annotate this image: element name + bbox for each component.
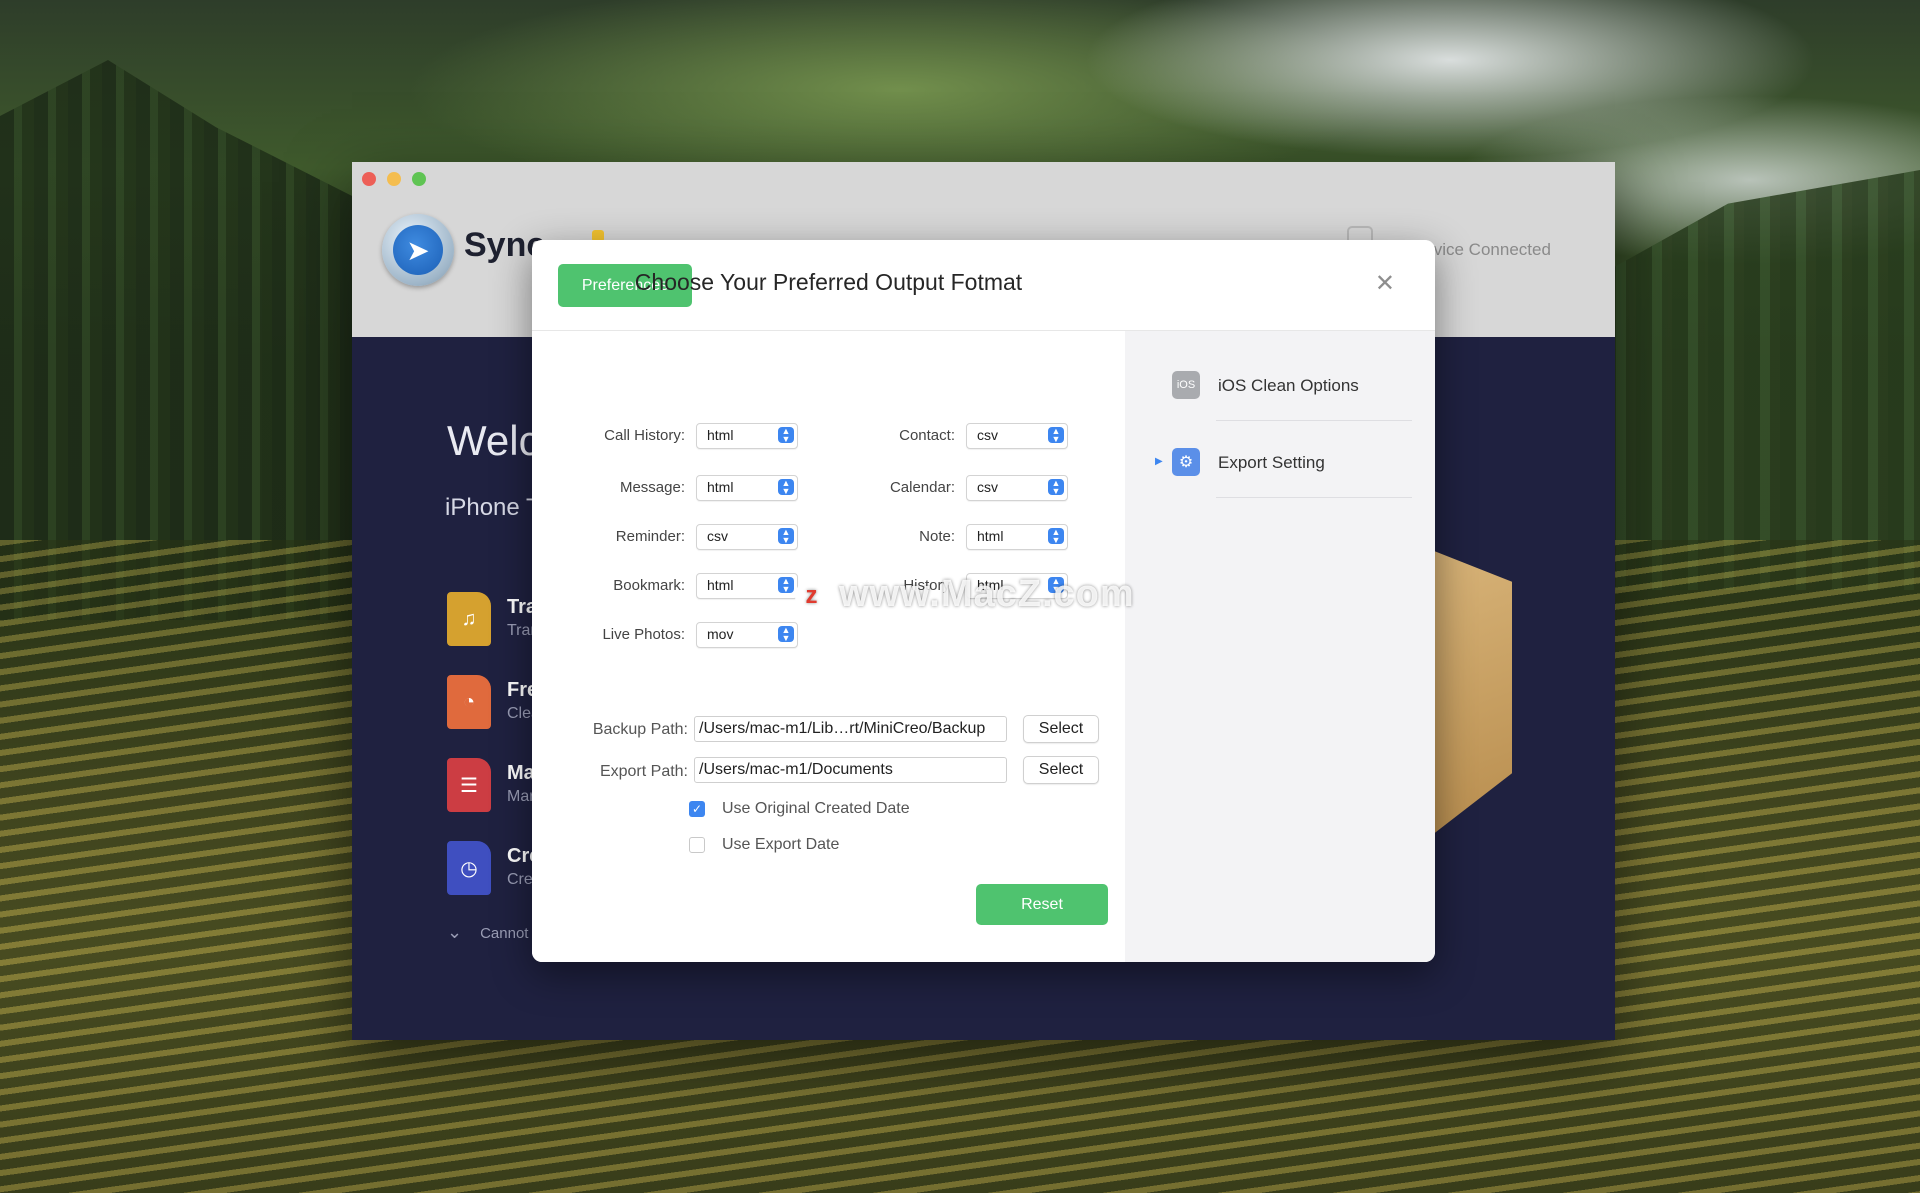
stepper-arrows-icon: ▲ ▼	[1048, 479, 1064, 496]
select-value: html	[707, 427, 734, 443]
reminder-select[interactable]: csv ▲ ▼	[696, 524, 798, 550]
zoom-window-button[interactable]	[412, 172, 426, 186]
stepper-arrows-icon: ▲ ▼	[778, 528, 794, 545]
stepper-arrows-icon: ▲ ▼	[778, 626, 794, 643]
note-label: Note:	[919, 528, 955, 545]
music-note-icon: ♫	[447, 592, 491, 646]
call-history-select[interactable]: html ▲ ▼	[696, 423, 798, 449]
reminder-label: Reminder:	[615, 528, 685, 545]
close-window-button[interactable]	[362, 172, 376, 186]
bookmark-select[interactable]: html ▲ ▼	[696, 573, 798, 599]
welcome-title: Welc	[447, 417, 540, 464]
live-photos-label: Live Photos:	[602, 626, 685, 643]
use-original-date-label: Use Original Created Date	[722, 800, 910, 817]
select-value: csv	[977, 479, 998, 495]
app-logo-icon: ➤	[382, 214, 454, 286]
stepper-arrows-icon: ▲ ▼	[778, 427, 794, 444]
select-value: mov	[707, 626, 734, 642]
sidebar-divider	[1216, 497, 1412, 498]
ios-icon: iOS	[1172, 371, 1200, 399]
ios-icon-text: iOS	[1176, 379, 1196, 391]
export-select-button[interactable]: Select	[1023, 756, 1099, 784]
watermark: z www.MacZ.com	[795, 573, 1135, 616]
sidebar-item-label: iOS Clean Options	[1218, 376, 1359, 395]
feature-subtitle: Mar	[507, 788, 535, 805]
welcome-subtitle: iPhone T	[445, 494, 541, 521]
use-export-date-checkbox[interactable]	[689, 837, 705, 853]
cannot-link[interactable]: ⌄ Cannot	[447, 922, 528, 943]
watermark-text: www.MacZ.com	[839, 573, 1135, 615]
message-select[interactable]: html ▲ ▼	[696, 475, 798, 501]
backup-path-field[interactable]	[694, 716, 1007, 742]
call-history-label: Call History:	[604, 427, 685, 444]
wallpaper-forest-right	[1600, 170, 1920, 590]
select-value: csv	[707, 528, 728, 544]
list-icon: ☰	[447, 758, 491, 812]
note-select[interactable]: html ▲ ▼	[966, 524, 1068, 550]
select-value: html	[707, 479, 734, 495]
use-original-date-checkbox[interactable]: ✓	[689, 801, 705, 817]
minimize-window-button[interactable]	[387, 172, 401, 186]
pane-title: Choose Your Preferred Output Fotmat	[634, 269, 1023, 295]
export-path-label: Export Path:	[599, 763, 688, 780]
select-value: html	[707, 577, 734, 593]
cannot-text: Cannot	[480, 925, 529, 942]
pie-chart-icon: ◔	[447, 675, 491, 729]
export-path-field[interactable]	[694, 757, 1007, 783]
live-photos-select[interactable]: mov ▲ ▼	[696, 622, 798, 648]
sidebar-item-label: Export Setting	[1218, 453, 1325, 472]
wallpaper-forest-left	[0, 60, 360, 620]
stepper-arrows-icon: ▲ ▼	[778, 577, 794, 594]
bookmark-label: Bookmark:	[613, 577, 685, 594]
z-logo-icon: z	[795, 578, 829, 613]
calendar-select[interactable]: csv ▲ ▼	[966, 475, 1068, 501]
select-value: html	[977, 528, 1004, 544]
calendar-label: Calendar:	[889, 479, 955, 496]
feature-title: Ma	[507, 762, 535, 784]
select-value: csv	[977, 427, 998, 443]
reset-button[interactable]: Reset	[976, 884, 1108, 925]
caret-right-icon: ▶	[1155, 456, 1163, 467]
sidebar-item-ios-clean-options[interactable]: iOS iOS Clean Options	[1172, 365, 1412, 405]
sidebar-divider	[1216, 420, 1412, 421]
close-icon[interactable]: ✕	[1375, 272, 1395, 296]
stepper-arrows-icon: ▲ ▼	[1048, 528, 1064, 545]
clock-icon: ◷	[447, 841, 491, 895]
double-chevron-down-icon: ⌄	[447, 922, 463, 942]
backup-path-label: Backup Path:	[592, 721, 688, 738]
stepper-arrows-icon: ▲ ▼	[778, 479, 794, 496]
gear-icon: ⚙	[1172, 448, 1200, 476]
backup-select-button[interactable]: Select	[1023, 715, 1099, 743]
contact-select[interactable]: csv ▲ ▼	[966, 423, 1068, 449]
stepper-arrows-icon: ▲ ▼	[1048, 427, 1064, 444]
contact-label: Contact:	[899, 427, 955, 444]
message-label: Message:	[619, 479, 685, 496]
preferences-sidebar	[1125, 331, 1435, 962]
use-export-date-label: Use Export Date	[722, 836, 840, 853]
sidebar-item-export-setting[interactable]: ⚙ Export Setting	[1172, 442, 1412, 482]
